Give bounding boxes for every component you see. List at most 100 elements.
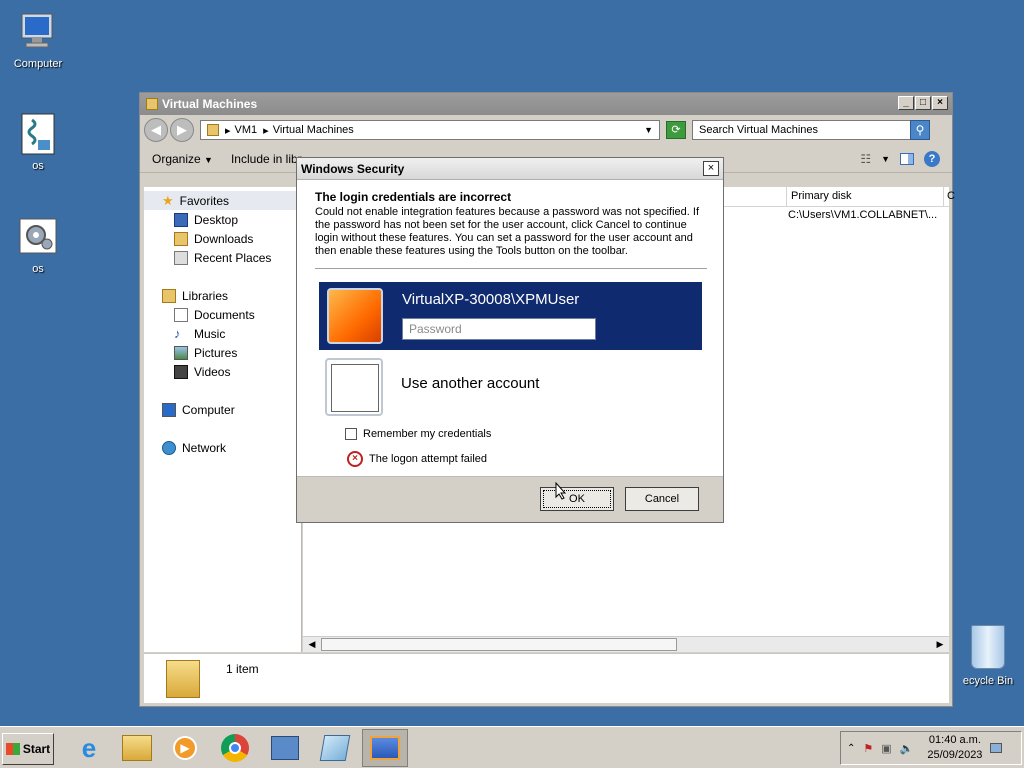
use-another-account-tile[interactable]: Use another account	[325, 358, 703, 416]
network-icon	[162, 440, 176, 455]
star-icon: ★	[162, 192, 174, 208]
desktop-icon-computer[interactable]: Computer	[0, 10, 76, 70]
nav-computer[interactable]: Computer	[144, 400, 301, 419]
close-button[interactable]: ×	[932, 96, 948, 110]
desktop-icon-label: os	[32, 263, 44, 275]
desktop-icon-os-script[interactable]: os	[0, 112, 76, 172]
help-icon[interactable]: ?	[924, 150, 940, 167]
nav-libraries[interactable]: Libraries	[144, 286, 301, 305]
dialog-footer: OK Cancel	[297, 476, 723, 522]
refresh-button[interactable]: ⟳	[666, 121, 686, 139]
forward-button[interactable]: ▶	[170, 118, 194, 142]
videos-icon	[174, 364, 188, 379]
view-options-icon[interactable]: ☷	[860, 152, 871, 166]
taskbar-server-manager[interactable]	[262, 729, 308, 767]
media-player-icon: ▶	[173, 736, 197, 760]
password-field[interactable]: Password	[402, 318, 596, 340]
start-button[interactable]: Start	[2, 733, 54, 765]
breadcrumb-virtual-machines[interactable]: ▸ Virtual Machines	[263, 124, 354, 137]
nav-recent-places[interactable]: Recent Places	[144, 248, 301, 267]
scrollbar-thumb[interactable]	[321, 638, 677, 651]
computer-icon	[162, 402, 176, 417]
clock[interactable]: 01:40 a.m. 25/09/2023	[927, 733, 982, 763]
details-pane: 1 item	[144, 653, 949, 703]
nav-favorites[interactable]: ★ Favorites	[144, 191, 301, 210]
taskbar-chrome[interactable]	[212, 729, 258, 767]
window-title: Virtual Machines	[162, 97, 258, 111]
logon-status: × The logon attempt failed	[347, 451, 487, 467]
computer-icon	[16, 10, 60, 54]
checkbox-icon[interactable]	[345, 428, 357, 440]
nav-documents[interactable]: Documents	[144, 305, 301, 324]
selected-account-tile[interactable]: VirtualXP-30008\XPMUser Password	[319, 282, 702, 350]
nav-music[interactable]: ♪ Music	[144, 324, 301, 343]
search-button[interactable]: ⚲	[910, 120, 930, 140]
clock-time: 01:40 a.m.	[928, 734, 981, 746]
column-header-primary-disk[interactable]: Primary disk	[786, 187, 946, 206]
horizontal-scrollbar[interactable]: ◀ ▶	[303, 636, 949, 652]
include-in-library-menu[interactable]: Include in libr	[231, 152, 302, 166]
maximize-button[interactable]: □	[915, 96, 931, 110]
volume-icon[interactable]: 🔈	[900, 742, 914, 755]
documents-icon	[174, 307, 188, 322]
preview-pane-icon[interactable]	[900, 152, 914, 165]
blank-user-icon	[325, 358, 383, 416]
address-bar[interactable]: ▸ VM1 ▸ Virtual Machines ▼	[200, 120, 660, 140]
chevron-right-icon: ▸	[263, 124, 269, 137]
back-button[interactable]: ◀	[144, 118, 168, 142]
internet-explorer-icon: e	[81, 732, 97, 763]
taskbar: Start e ▶ ⌃ ⚑ ▣ 🔈 01:40 a.m. 25/09/2023	[0, 726, 1024, 768]
scroll-right-icon[interactable]: ▶	[933, 638, 947, 651]
other-account-label: Use another account	[401, 375, 540, 392]
organize-menu[interactable]: Organize ▼	[152, 152, 213, 166]
remember-credentials-checkbox[interactable]: Remember my credentials	[345, 428, 491, 440]
notepad-icon	[319, 735, 351, 761]
desktop-icon-os-settings[interactable]: os	[0, 215, 76, 275]
windows-logo-icon	[5, 743, 20, 755]
show-desktop-icon[interactable]	[990, 743, 1003, 753]
primary-disk-cell: C:\Users\VM1.COLLABNET\...	[788, 209, 938, 221]
ok-button[interactable]: OK	[540, 487, 614, 511]
chevron-down-icon[interactable]: ▼	[881, 154, 890, 164]
desktop-icon-recycle-bin[interactable]: ecycle Bin	[952, 625, 1024, 687]
clock-date: 25/09/2023	[927, 749, 983, 761]
desktop-icon-label: Computer	[13, 58, 63, 70]
show-hidden-icons-icon[interactable]: ⌃	[847, 743, 855, 754]
taskbar-virtual-pc[interactable]	[362, 729, 408, 767]
column-header-next[interactable]: C	[943, 187, 955, 206]
dialog-titlebar[interactable]: Windows Security	[297, 158, 723, 180]
nav-network[interactable]: Network	[144, 438, 301, 457]
nav-downloads[interactable]: Downloads	[144, 229, 301, 248]
minimize-button[interactable]: _	[898, 96, 914, 110]
search-icon: ⚲	[915, 123, 925, 137]
search-input[interactable]: Search Virtual Machines	[692, 120, 912, 140]
divider	[315, 268, 707, 269]
address-row: ◀ ▶ ▸ VM1 ▸ Virtual Machines ▼ ⟳ Search Vi…	[140, 115, 952, 145]
chevron-right-icon: ▸	[225, 124, 231, 137]
pictures-icon	[174, 345, 188, 360]
taskbar-internet-explorer[interactable]: e	[66, 729, 112, 767]
explorer-titlebar[interactable]: Virtual Machines	[140, 93, 952, 115]
music-icon: ♪	[174, 325, 181, 341]
action-center-icon[interactable]: ⚑	[863, 742, 873, 755]
refresh-icon: ⟳	[671, 124, 681, 136]
address-dropdown-icon[interactable]: ▼	[644, 125, 653, 135]
nav-desktop[interactable]: Desktop	[144, 210, 301, 229]
system-tray: ⌃ ⚑ ▣ 🔈 01:40 a.m. 25/09/2023	[840, 731, 1022, 765]
taskbar-explorer[interactable]	[114, 729, 160, 767]
folder-icon	[146, 98, 158, 110]
downloads-icon	[174, 231, 188, 246]
taskbar-notepad[interactable]	[312, 729, 358, 767]
breadcrumb-vm1[interactable]: ▸ VM1	[225, 124, 257, 137]
nav-pictures[interactable]: Pictures	[144, 343, 301, 362]
taskbar-media-player[interactable]: ▶	[162, 729, 208, 767]
dialog-close-button[interactable]: ×	[703, 161, 719, 176]
cancel-button[interactable]: Cancel	[625, 487, 699, 511]
script-file-icon	[16, 112, 60, 156]
server-manager-icon	[271, 736, 299, 760]
network-status-icon[interactable]: ▣	[881, 742, 891, 755]
nav-videos[interactable]: Videos	[144, 362, 301, 381]
forward-arrow-icon: ▶	[177, 122, 187, 137]
scroll-left-icon[interactable]: ◀	[305, 638, 319, 651]
mouse-cursor-icon	[555, 482, 567, 500]
